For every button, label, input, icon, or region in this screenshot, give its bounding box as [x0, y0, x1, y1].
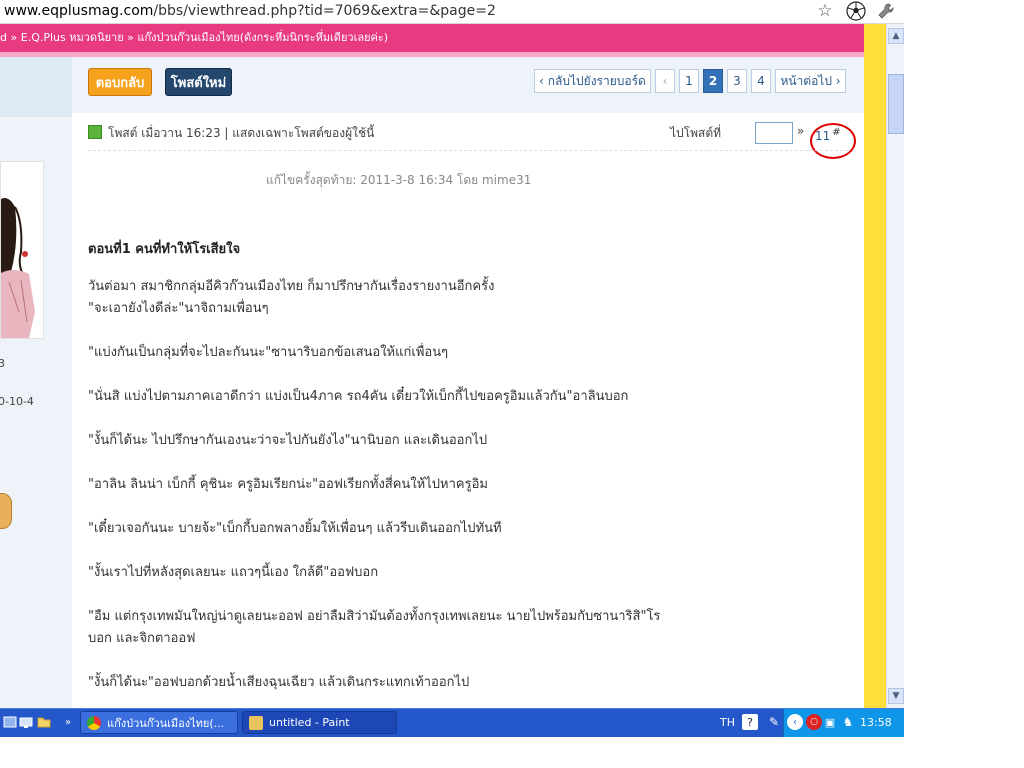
url-path: /bbs/viewthread.php?tid=7069&extra=&page… — [153, 3, 496, 19]
url-host: www.eqplusmag.com — [4, 3, 154, 19]
paint-icon — [249, 715, 263, 730]
taskbar-item-paint[interactable]: untitled - Paint — [242, 711, 397, 734]
taskbar-item-browser[interactable]: แก๊งป่วนก๊วนเมืองไทย(... — [80, 711, 238, 734]
taskbar: » แก๊งป่วนก๊วนเมืองไทย(... untitled - Pa… — [0, 708, 905, 737]
back-to-board-link[interactable]: ‹ กลับไปยังรายบอร์ด — [534, 69, 651, 93]
post-paragraph: "งั้นเราไปที่หลังสุดเลยนะ แถวๆนี้เอง ใกล… — [88, 565, 379, 580]
help-icon[interactable]: ? — [742, 714, 758, 730]
red-circle-annotation — [810, 123, 856, 159]
quicklaunch-chevron-icon[interactable]: » — [60, 714, 76, 730]
bird-icon[interactable]: ♞ — [840, 714, 856, 730]
post-paragraph: "งั้นก็ได้นะ"ออฟบอกด้วยน้ำเสียงฉุนเฉียว … — [88, 675, 470, 690]
post-paragraph: บอก และจิกตาออฟ — [88, 631, 196, 646]
scrollbar-thumb[interactable] — [888, 74, 904, 134]
network-icon[interactable]: ▣ — [822, 714, 838, 730]
vertical-scrollbar[interactable]: ▲ ▼ — [886, 24, 905, 708]
chrome-icon — [87, 715, 101, 730]
language-indicator[interactable]: TH — [720, 716, 735, 729]
breadcrumb: ld » E.Q.Plus หมวดนิยาย » แก๊งป่วนก๊วนเม… — [0, 24, 864, 57]
post-paragraph: "เดี๋ยวเจอกันนะ บายจ้ะ"เบ็กกี้บอกพลางยิ้… — [88, 521, 502, 536]
breadcrumb-text[interactable]: ld » E.Q.Plus หมวดนิยาย » แก๊งป่วนก๊วนเม… — [0, 28, 388, 46]
post-paragraph: "จะเอายังไงดีล่ะ"นาจิถามเพื่อนๆ — [88, 301, 269, 316]
action-bar: ตอบกลับ โพสต์ใหม่ ‹ กลับไปยังรายบอร์ด ‹ … — [72, 57, 864, 113]
bookmark-star-icon[interactable]: ☆ — [815, 1, 835, 21]
post-meta-text[interactable]: โพสต์ เมื่อวาน 16:23 | แสดงเฉพาะโพสต์ของ… — [108, 126, 374, 140]
post-divider — [88, 150, 848, 151]
goto-post-label: ไปโพสต์ที่ — [670, 126, 722, 140]
taskbar-item-paint-label: untitled - Paint — [269, 716, 350, 729]
clock[interactable]: 13:58 — [860, 716, 892, 729]
last-edit-note: แก้ไขครั้งสุดท้าย: 2011-3-8 16:34 โดย mi… — [266, 173, 532, 187]
tray-expand-icon[interactable]: ‹ — [787, 714, 803, 730]
soccer-ball-icon[interactable] — [846, 1, 866, 21]
medal-icon — [0, 493, 12, 529]
avatar[interactable] — [0, 161, 44, 339]
quicklaunch-ie-icon[interactable] — [2, 714, 18, 730]
scroll-up-button[interactable]: ▲ — [888, 28, 904, 44]
reply-button[interactable]: ตอบกลับ — [88, 68, 152, 96]
goto-post-arrow[interactable]: » — [797, 124, 804, 138]
goto-post-input[interactable] — [755, 122, 793, 144]
blank-area — [904, 0, 1024, 768]
new-post-button[interactable]: โพสต์ใหม่ — [165, 68, 232, 96]
wrench-icon[interactable] — [876, 1, 896, 21]
quicklaunch-folder-icon[interactable] — [36, 714, 52, 730]
prev-page-button[interactable]: ‹ — [655, 69, 675, 93]
tray-antivirus-icon[interactable]: ○ — [806, 714, 822, 730]
post-paragraph: "นั่นสิ แบ่งไปตามภาคเอาดีกว่า แบ่งเป็น4ภ… — [88, 389, 629, 404]
post-paragraph: "แบ่งกันเป็นกลุ่มที่จะไปละกันนะ"ซานาริบอ… — [88, 345, 449, 360]
post-area: ตอบกลับ โพสต์ใหม่ ‹ กลับไปยังรายบอร์ด ‹ … — [72, 57, 864, 708]
page-link-4[interactable]: 4 — [751, 69, 771, 93]
next-page-button[interactable]: หน้าต่อไป › — [775, 69, 846, 93]
user-info-header — [0, 57, 72, 117]
page-side-gutter — [864, 24, 886, 708]
quicklaunch-desktop-icon[interactable] — [18, 714, 34, 730]
user-info-column: 3 0-10-4 — [0, 57, 72, 708]
scroll-down-button[interactable]: ▼ — [888, 688, 904, 704]
user-stat-1: 3 — [0, 357, 5, 370]
online-status-icon — [88, 125, 102, 139]
blank-bottom-area — [0, 737, 904, 768]
post-meta: โพสต์ เมื่อวาน 16:23 | แสดงเฉพาะโพสต์ของ… — [88, 124, 374, 143]
page-link-1[interactable]: 1 — [679, 69, 699, 93]
taskbar-item-browser-label: แก๊งป่วนก๊วนเมืองไทย(... — [107, 716, 225, 730]
post-paragraph: วันต่อมา สมาชิกกลุ่มอีคิวก๊วนเมืองไทย ก็… — [88, 279, 495, 294]
user-register-date: 0-10-4 — [0, 395, 34, 408]
page-link-3[interactable]: 3 — [727, 69, 747, 93]
post-paragraph: "อาลิน ลินน่า เบ็กกี้ คุชินะ ครูอิมเรียก… — [88, 477, 488, 492]
pen-icon[interactable]: ✎ — [766, 714, 782, 730]
address-bar[interactable]: www.eqplusmag.com/bbs/viewthread.php?tid… — [0, 0, 904, 24]
page-link-2-current[interactable]: 2 — [703, 69, 723, 93]
chapter-title: ตอนที่1 คนที่ทำให้โรเสียใจ — [88, 242, 241, 257]
post-paragraph: "อืม แต่กรุงเทพมันใหญ่น่าดูเลยนะออฟ อย่า… — [88, 609, 661, 624]
url-text[interactable]: www.eqplusmag.com/bbs/viewthread.php?tid… — [4, 3, 496, 19]
post-paragraph: "งั้นก็ได้นะ ไปปรึกษากันเองนะว่าจะไปกันย… — [88, 433, 488, 448]
